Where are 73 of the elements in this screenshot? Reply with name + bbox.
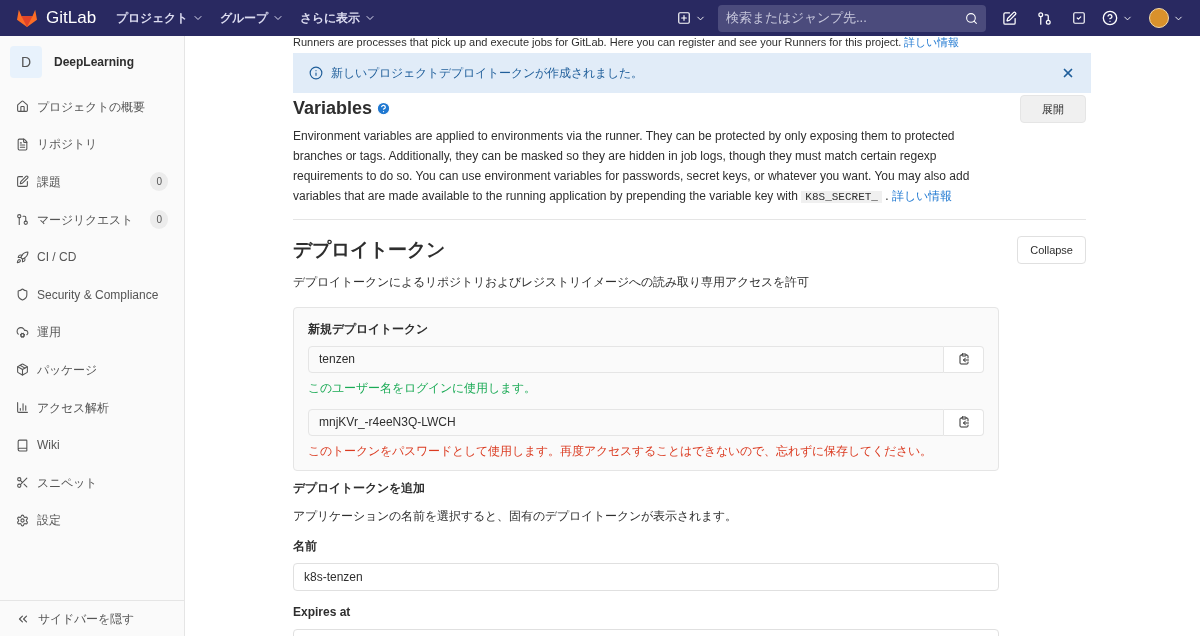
field-label: 名前 — [293, 537, 318, 555]
search-field[interactable]: 検索またはジャンプ先... — [718, 4, 986, 32]
settings-icon — [16, 513, 29, 527]
cloud-gear-icon — [16, 325, 29, 339]
token-field[interactable]: tenzen — [308, 345, 944, 373]
document-icon — [16, 137, 29, 151]
text-field[interactable]: k8s-tenzen — [293, 562, 999, 591]
sidebar-item[interactable]: パッケージ — [0, 351, 184, 389]
shield-icon — [16, 288, 29, 302]
brand-name[interactable]: GitLab — [46, 5, 97, 31]
search-input[interactable]: 検索またはジャンプ先... — [726, 8, 965, 28]
close-icon[interactable] — [1061, 66, 1075, 80]
count-badge: 0 — [150, 172, 168, 192]
todo-icon[interactable] — [1072, 11, 1086, 25]
package-icon — [16, 363, 29, 377]
add-token-description: アプリケーションの名前を選択すると、固有のデプロイトークンが表示されます。 — [293, 507, 738, 525]
count-badge: 0 — [150, 210, 168, 230]
issue-icon — [16, 175, 29, 189]
copy-button[interactable] — [944, 408, 984, 436]
flash-message: 新しいプロジェクトデプロイトークンが作成されました。 — [331, 65, 644, 82]
issue-icon[interactable] — [1002, 10, 1017, 26]
variables-description: Environment variables are applied to environments via the runner. They can be protected by only exposing them to protected branches or tags. Additionally, they can be masked so they are hidden in job logs, though they must match certain regexp requirements to do so. You can use environment variables for passwords, secret keys, or whatever you want. You may also add variables that are made available to the running application by prepending the variable key with K8S_SECRET_ . 詳しい情報 — [293, 128, 971, 205]
sidebar-item[interactable]: スニペット — [0, 463, 184, 502]
avatar — [1149, 8, 1169, 28]
field-hint: このユーザー名をログインに使用します。 — [308, 379, 537, 397]
sidebar-item[interactable]: Wiki — [0, 426, 184, 464]
field-label: Expires at — [293, 603, 352, 621]
section-title: デプロイトークン — [293, 238, 446, 262]
sidebar-item[interactable]: 設定 — [0, 501, 184, 540]
clipboard-icon — [957, 353, 970, 365]
sidebar-item[interactable]: CI / CD — [0, 238, 184, 276]
collapse-sidebar-button[interactable]: サイドバーを隠す — [0, 600, 184, 636]
sidebar-item[interactable]: 課題 0 — [0, 163, 184, 201]
section-title: Variables — [293, 97, 373, 120]
fox-logo-icon — [16, 8, 38, 28]
book-icon — [16, 438, 29, 452]
sidebar-item[interactable]: リポジトリ — [0, 125, 184, 164]
sidebar-item[interactable]: アクセス解析 — [0, 388, 184, 427]
field-hint: このトークンをパスワードとして使用します。再度アクセスすることはできないので、忘れずに保存してください。 — [308, 442, 933, 460]
help-icon[interactable] — [376, 101, 392, 116]
sidebar-item[interactable]: プロジェクトの概要 — [0, 88, 184, 126]
collapse-button[interactable]: Collapse — [1017, 236, 1086, 264]
learn-more-link[interactable]: 詳しい情報 — [892, 189, 952, 203]
panel-title: 新規デプロイトークン — [308, 320, 429, 338]
help-button[interactable] — [1102, 10, 1133, 26]
sidebar-item[interactable]: マージリクエスト 0 — [0, 200, 184, 239]
search-icon — [965, 11, 978, 25]
nav-menu[interactable]: プロジェクト — [116, 9, 205, 27]
sidebar-item[interactable]: 運用 — [0, 313, 184, 352]
add-token-title: デプロイトークンを追加 — [293, 479, 426, 497]
runners-description: Runners are processes that pick up and execute jobs for GitLab. Here you can register and see your Runners for this project. 詳しい情報 — [293, 36, 961, 49]
scissors-icon — [16, 476, 29, 490]
merge-request-icon[interactable] — [1037, 10, 1052, 26]
nav-menu[interactable]: さらに表示 — [300, 9, 377, 27]
token-field[interactable]: mnjKVr_-r4eeN3Q-LWCH — [308, 408, 944, 436]
merge-request-icon — [16, 213, 29, 227]
house-icon — [16, 100, 29, 114]
new-item-button[interactable] — [677, 11, 706, 25]
clipboard-icon — [957, 416, 970, 428]
info-icon — [309, 66, 323, 80]
expand-button[interactable]: 展開 — [1020, 95, 1086, 123]
help-icon — [1102, 10, 1118, 26]
project-avatar: D — [10, 46, 42, 78]
copy-button[interactable] — [944, 345, 984, 373]
user-menu[interactable] — [1149, 8, 1184, 28]
section-description: デプロイトークンによるリポジトリおよびレジストリイメージへの読み取り専用アクセスを許可 — [293, 273, 810, 291]
plus-icon — [677, 11, 691, 25]
sidebar-item[interactable]: Security & Compliance — [0, 275, 184, 314]
bar-chart-icon — [16, 401, 29, 415]
project-name[interactable]: DeepLearning — [54, 53, 134, 71]
learn-more-link[interactable]: 詳しい情報 — [904, 36, 960, 48]
rocket-icon — [16, 250, 29, 264]
nav-menu[interactable]: グループ — [220, 9, 285, 27]
